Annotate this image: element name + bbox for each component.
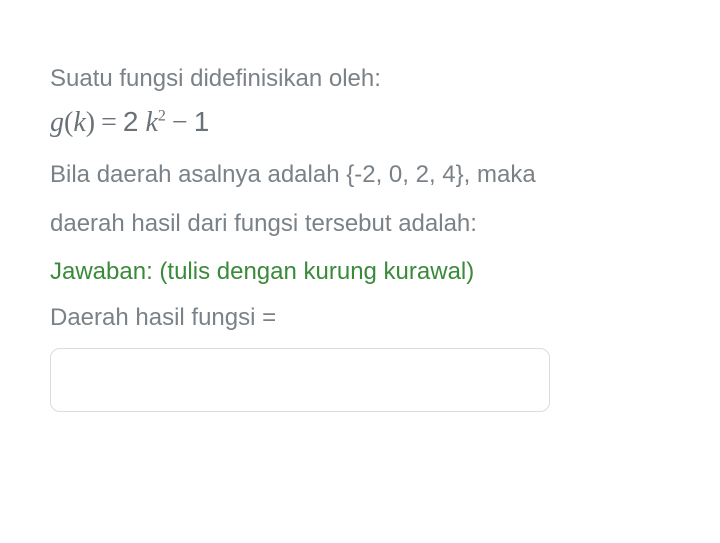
equals-sign: = [101, 107, 117, 138]
question-line-1: Bila daerah asalnya adalah {-2, 0, 2, 4}… [50, 155, 670, 196]
intro-text: Suatu fungsi didefinisikan oleh: [50, 60, 670, 98]
function-name: g [50, 107, 64, 138]
function-formula: g(k)=2 k2−1 [50, 106, 670, 139]
exponent: 2 [158, 108, 166, 125]
question-line-2: daerah hasil dari fungsi tersebut adalah… [50, 204, 670, 245]
variable-in-paren: k [73, 107, 85, 138]
minus-sign: − [172, 107, 188, 138]
answer-input[interactable] [50, 348, 550, 412]
coefficient: 2 [123, 106, 139, 137]
close-paren: ) [86, 107, 95, 138]
answer-hint: Jawaban: (tulis dengan kurung kurawal) [50, 253, 670, 291]
open-paren: ( [64, 107, 73, 138]
answer-label: Daerah hasil fungsi = [50, 299, 670, 337]
constant: 1 [194, 106, 210, 137]
variable: k [145, 107, 157, 138]
